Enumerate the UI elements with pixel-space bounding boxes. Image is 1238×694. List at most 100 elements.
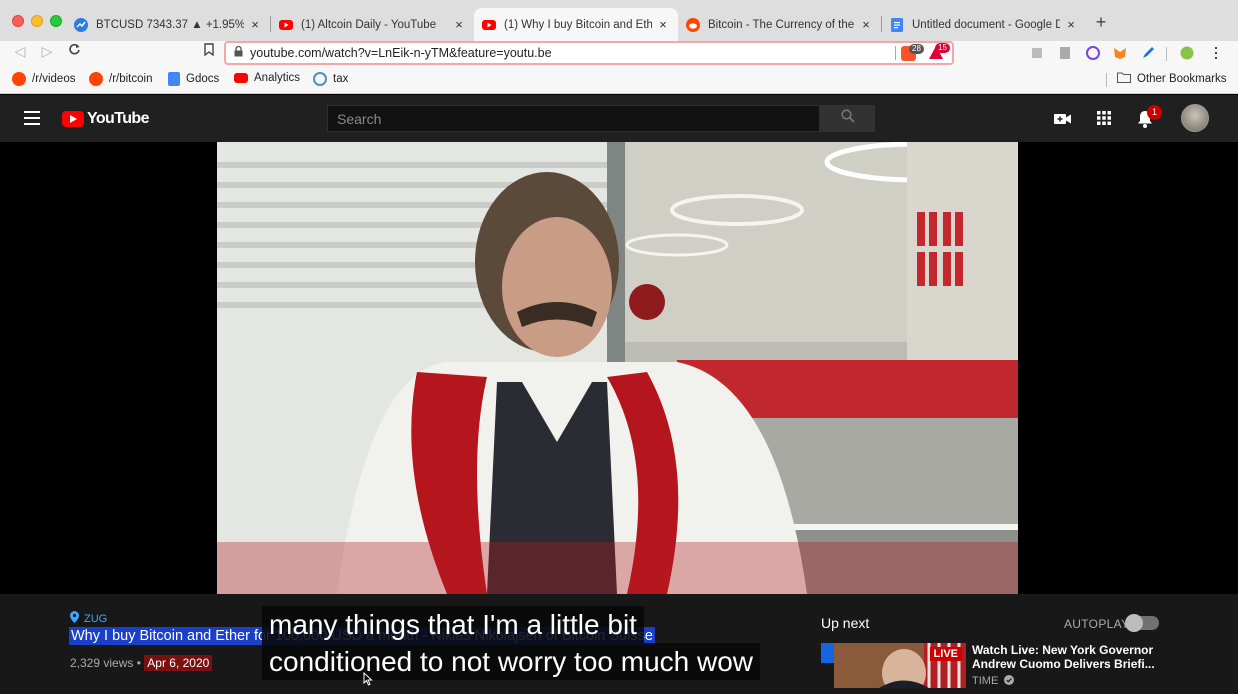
youtube-logo[interactable]: YouTube	[62, 110, 149, 128]
window-zoom-button[interactable]	[50, 15, 62, 27]
browser-tab[interactable]: (1) Altcoin Daily - YouTube ×	[271, 8, 474, 41]
brave-shield-count: 28	[909, 44, 924, 54]
up-next-label: Up next	[821, 615, 870, 631]
youtube-favicon-icon	[279, 18, 293, 32]
metamask-icon[interactable]	[1113, 46, 1127, 60]
bookmark-r-videos[interactable]: /r/videos	[12, 72, 75, 86]
browser-tab[interactable]: Untitled document - Google Doc ×	[882, 8, 1086, 41]
video-frame[interactable]	[217, 142, 1018, 594]
bookmark-label: Analytics	[254, 72, 301, 84]
caption-line: conditioned to not worry too much wow	[262, 643, 761, 680]
tax-site-icon	[313, 72, 327, 86]
reddit-icon	[89, 72, 103, 86]
bookmarks-bar: /r/videos /r/bitcoin Gdocs Analytics tax…	[0, 67, 1238, 94]
location-pin-icon	[70, 611, 79, 626]
browser-tab[interactable]: BTCUSD 7343.37 ▲ +1.95% Un ×	[66, 8, 270, 41]
profile-icon[interactable]	[1180, 46, 1194, 60]
close-icon[interactable]: ×	[452, 17, 466, 32]
bookmark-gdocs[interactable]: Gdocs	[168, 72, 219, 86]
reload-icon[interactable]	[65, 43, 83, 59]
tab-title: BTCUSD 7343.37 ▲ +1.95% Un	[96, 18, 244, 31]
meta-separator: •	[136, 656, 141, 670]
video-location[interactable]: ZUG	[70, 611, 107, 626]
bookmarks-divider	[1106, 73, 1107, 87]
google-docs-icon	[890, 17, 904, 32]
bookmark-analytics[interactable]: Analytics	[234, 72, 300, 84]
folder-icon	[1117, 72, 1131, 86]
video-info-area: ZUG Why I buy Bitcoin and Ether for 100,…	[0, 594, 1238, 694]
extension-icon[interactable]	[1031, 46, 1045, 60]
close-icon[interactable]: ×	[1064, 17, 1078, 32]
forward-icon[interactable]: ▷	[38, 43, 56, 60]
bookmark-icon[interactable]	[200, 43, 218, 59]
close-icon[interactable]: ×	[859, 17, 873, 32]
toggle-knob	[1125, 614, 1143, 632]
new-tab-button[interactable]: +	[1092, 12, 1110, 33]
apps-grid-icon[interactable]	[1095, 109, 1115, 129]
bookmark-label: Gdocs	[186, 73, 220, 85]
other-bookmarks[interactable]: Other Bookmarks	[1117, 72, 1226, 86]
tab-title: (1) Why I buy Bitcoin and Ether f	[504, 18, 652, 31]
youtube-wordmark: YouTube	[87, 110, 149, 127]
extension-icon[interactable]	[1058, 46, 1072, 60]
reddit-icon	[12, 72, 26, 86]
autoplay-toggle[interactable]	[1125, 614, 1159, 632]
caption-line: many things that I'm a little bit	[262, 606, 644, 643]
notification-count-badge: 1	[1147, 105, 1162, 120]
browser-toolbar: ◁ ▷ youtube.com/watch?v=LnEik-n-yTM&feat…	[0, 41, 1238, 67]
youtube-header: YouTube Search	[0, 95, 1238, 142]
create-video-icon[interactable]	[1053, 109, 1073, 129]
omnibox-divider	[895, 46, 896, 60]
youtube-favicon-icon	[482, 18, 496, 32]
toolbar-divider	[1166, 47, 1167, 61]
tradingview-icon	[74, 17, 88, 32]
tab-title: (1) Altcoin Daily - YouTube	[301, 18, 437, 31]
avatar[interactable]	[1181, 104, 1209, 132]
bookmark-label: /r/bitcoin	[109, 73, 153, 85]
hamburger-menu-icon[interactable]	[24, 111, 40, 129]
close-icon[interactable]: ×	[248, 17, 262, 32]
search-input[interactable]: Search	[327, 105, 820, 132]
mouse-pointer-icon	[363, 671, 373, 691]
video-frame-scene	[217, 142, 1018, 594]
video-meta: 2,329 views • Apr 6, 2020	[70, 655, 213, 671]
google-docs-icon	[168, 72, 180, 86]
bookmark-label: /r/videos	[32, 73, 76, 85]
verified-check-icon	[1004, 675, 1015, 688]
pen-icon[interactable]	[1141, 46, 1155, 60]
menu-kebab-icon[interactable]	[1209, 46, 1223, 60]
window-minimize-button[interactable]	[31, 15, 43, 27]
channel-name: TIME	[972, 675, 999, 687]
other-bookmarks-label: Other Bookmarks	[1137, 73, 1227, 85]
youtube-play-icon	[62, 111, 84, 127]
address-bar[interactable]: youtube.com/watch?v=LnEik-n-yTM&feature=…	[224, 41, 954, 65]
tab-title: Untitled document - Google Doc	[912, 18, 1060, 31]
github-icon[interactable]	[1086, 46, 1100, 60]
video-player[interactable]	[0, 142, 1238, 594]
publish-date: Apr 6, 2020	[144, 655, 213, 671]
recommended-video-title[interactable]: Watch Live: New York Governor Andrew Cuo…	[972, 643, 1172, 671]
search-button[interactable]	[820, 105, 875, 132]
view-count: 2,329 views	[70, 656, 134, 670]
tab-title: Bitcoin - The Currency of the Int	[708, 18, 855, 31]
recommended-channel[interactable]: TIME	[972, 675, 1015, 688]
lock-icon	[226, 45, 250, 60]
location-label: ZUG	[84, 612, 108, 625]
bookmark-tax[interactable]: tax	[313, 72, 348, 86]
browser-tab[interactable]: Bitcoin - The Currency of the Int ×	[678, 8, 881, 41]
brave-shield-icon[interactable]: 28	[901, 44, 924, 61]
youtube-favicon-icon	[234, 73, 248, 83]
selection-highlight	[821, 643, 834, 663]
bookmark-r-bitcoin[interactable]: /r/bitcoin	[89, 72, 152, 86]
live-badge: LIVE	[929, 647, 962, 661]
close-icon[interactable]: ×	[656, 17, 670, 32]
autoplay-label: AUTOPLAY	[1064, 617, 1130, 631]
rewards-count: 15	[935, 43, 950, 53]
bookmark-label: tax	[333, 73, 349, 85]
brave-rewards-icon[interactable]: 15	[928, 43, 950, 65]
back-icon[interactable]: ◁	[11, 43, 29, 60]
recommended-video-thumbnail[interactable]: LIVE	[834, 643, 966, 688]
search-icon	[840, 109, 855, 128]
window-close-button[interactable]	[12, 15, 24, 27]
browser-tab-active[interactable]: (1) Why I buy Bitcoin and Ether f ×	[474, 8, 678, 41]
